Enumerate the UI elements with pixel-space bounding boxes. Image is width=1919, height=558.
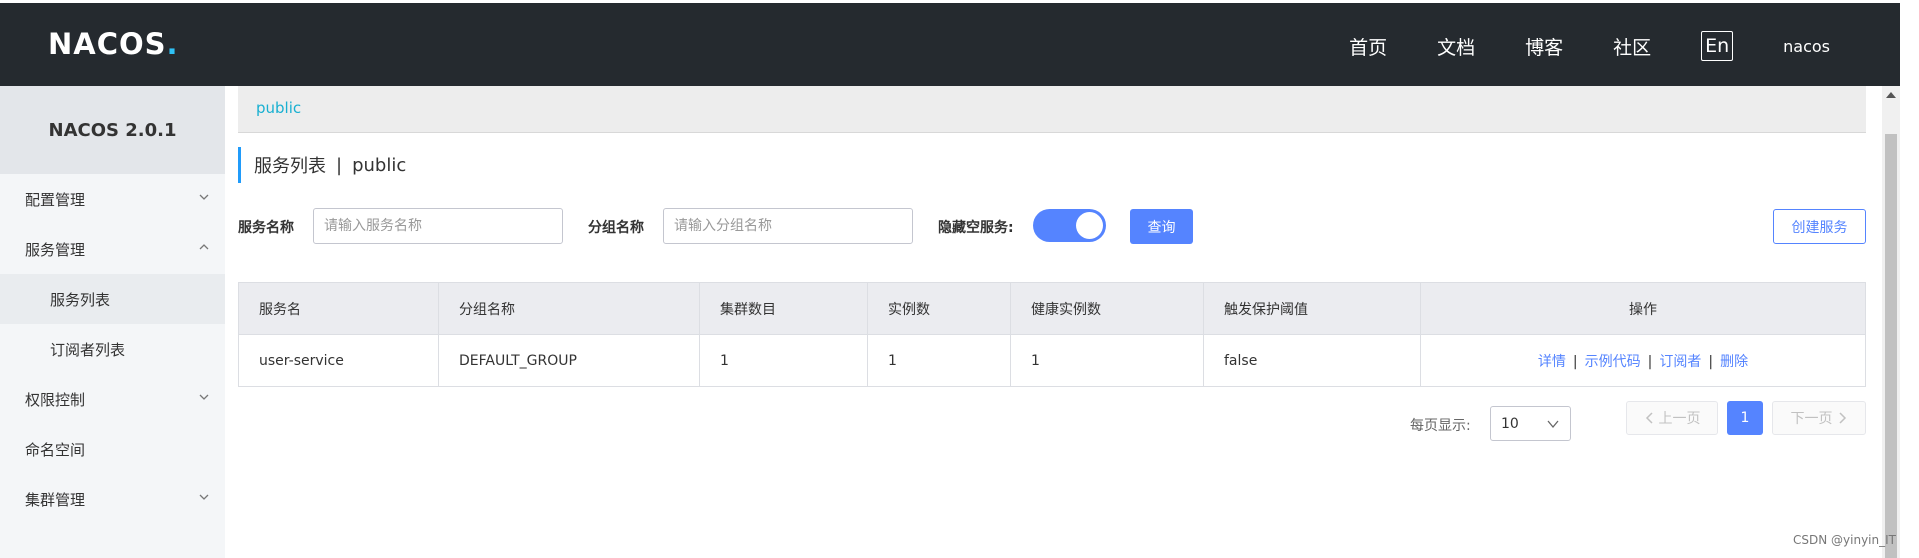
sidebar-item-access-control[interactable]: 权限控制 xyxy=(0,374,225,424)
sidebar-item-service-management[interactable]: 服务管理 xyxy=(0,224,225,274)
action-separator: | xyxy=(1572,353,1578,370)
sidebar-item-label: 配置管理 xyxy=(25,190,86,209)
col-cluster-count: 集群数目 xyxy=(699,282,868,335)
title-separator: | xyxy=(336,154,343,176)
scroll-up-arrow-icon[interactable] xyxy=(1886,92,1896,98)
page-title-text: 服务列表 xyxy=(254,156,326,177)
logo-text: NACOS xyxy=(48,27,167,61)
col-instance-count: 实例数 xyxy=(867,282,1011,335)
sidebar-item-label: 权限控制 xyxy=(25,390,86,409)
page-1-button[interactable]: 1 xyxy=(1727,401,1763,435)
sidebar-item-label: 服务列表 xyxy=(50,290,111,309)
group-name-input[interactable] xyxy=(663,208,913,244)
chevron-up-icon xyxy=(199,244,209,250)
page-scrollbar[interactable] xyxy=(1882,86,1900,558)
language-toggle-button[interactable]: En xyxy=(1701,31,1734,61)
cell-service-name: user-service xyxy=(238,334,439,387)
table-row: user-service DEFAULT_GROUP 1 1 1 false 详… xyxy=(238,334,1866,387)
next-page-label: 下一页 xyxy=(1790,411,1833,427)
col-service-name: 服务名 xyxy=(238,282,439,335)
top-nav: 首页 文档 博客 社区 En nacos xyxy=(1349,3,1900,89)
sidebar-item-namespace[interactable]: 命名空间 xyxy=(0,424,225,474)
toggle-knob xyxy=(1076,212,1103,239)
col-group-name: 分组名称 xyxy=(438,282,700,335)
sample-code-link[interactable]: 示例代码 xyxy=(1585,354,1641,370)
namespace-public-link[interactable]: public xyxy=(256,99,301,117)
table-header-row: 服务名 分组名称 集群数目 实例数 健康实例数 触发保护阈值 操作 xyxy=(238,282,1866,335)
cell-operations: 详情 | 示例代码 | 订阅者 | 删除 xyxy=(1420,334,1866,387)
create-service-button[interactable]: 创建服务 xyxy=(1773,209,1866,244)
chevron-down-icon xyxy=(1547,420,1559,429)
prev-page-button[interactable]: 上一页 xyxy=(1626,401,1718,435)
chevron-down-icon xyxy=(199,194,209,200)
cell-instance-count: 1 xyxy=(867,334,1011,387)
chevron-down-icon xyxy=(199,494,209,500)
chevron-down-icon xyxy=(199,394,209,400)
cell-group-name: DEFAULT_GROUP xyxy=(438,334,700,387)
chevron-left-icon xyxy=(1645,412,1653,424)
nacos-logo[interactable]: NACOS. xyxy=(48,27,178,61)
action-separator: | xyxy=(1708,353,1714,370)
nav-docs-link[interactable]: 文档 xyxy=(1437,33,1475,60)
nav-home-link[interactable]: 首页 xyxy=(1349,33,1387,60)
group-name-label: 分组名称 xyxy=(588,220,644,236)
action-separator: | xyxy=(1647,353,1653,370)
next-page-button[interactable]: 下一页 xyxy=(1772,401,1866,435)
service-table: 服务名 分组名称 集群数目 实例数 健康实例数 触发保护阈值 操作 user-s… xyxy=(238,282,1866,387)
sidebar-item-cluster-management[interactable]: 集群管理 xyxy=(0,474,225,524)
sidebar-item-service-list[interactable]: 服务列表 xyxy=(0,274,225,324)
top-header: NACOS. 首页 文档 博客 社区 En nacos xyxy=(0,0,1900,86)
namespace-bar: public xyxy=(238,86,1866,133)
query-button[interactable]: 查询 xyxy=(1130,209,1193,244)
per-page-label: 每页显示: xyxy=(1410,418,1471,434)
logo-dot: . xyxy=(166,27,178,61)
hide-empty-service-toggle[interactable] xyxy=(1033,209,1106,242)
per-page-select[interactable]: 10 xyxy=(1490,406,1571,441)
col-protect-threshold: 触发保护阈值 xyxy=(1203,282,1421,335)
sidebar: NACOS 2.0.1 配置管理 服务管理 服务列表 订阅者列表 权限控制 命名… xyxy=(0,86,225,558)
subscribers-link[interactable]: 订阅者 xyxy=(1659,354,1701,370)
sidebar-item-label: 订阅者列表 xyxy=(50,340,126,359)
sidebar-item-subscriber-list[interactable]: 订阅者列表 xyxy=(0,324,225,374)
detail-link[interactable]: 详情 xyxy=(1538,354,1566,370)
prev-page-label: 上一页 xyxy=(1658,411,1701,427)
delete-link[interactable]: 删除 xyxy=(1720,354,1748,370)
hide-empty-service-label: 隐藏空服务: xyxy=(938,220,1014,236)
page-title: 服务列表 | public xyxy=(238,147,406,183)
cell-healthy-instance-count: 1 xyxy=(1010,334,1204,387)
sidebar-item-label: 集群管理 xyxy=(25,490,86,509)
nav-community-link[interactable]: 社区 xyxy=(1613,33,1651,60)
cell-cluster-count: 1 xyxy=(699,334,868,387)
per-page-value: 10 xyxy=(1501,415,1519,432)
watermark: CSDN @yinyin_IT xyxy=(1793,533,1896,547)
page-title-namespace: public xyxy=(352,154,407,176)
col-operations: 操作 xyxy=(1420,282,1866,335)
service-name-label: 服务名称 xyxy=(238,220,294,236)
scrollbar-thumb[interactable] xyxy=(1885,134,1897,558)
chevron-right-icon xyxy=(1838,412,1846,424)
col-healthy-instance-count: 健康实例数 xyxy=(1010,282,1204,335)
cell-protect-threshold: false xyxy=(1203,334,1421,387)
sidebar-title: NACOS 2.0.1 xyxy=(0,86,225,174)
service-name-input[interactable] xyxy=(313,208,563,244)
sidebar-item-label: 服务管理 xyxy=(25,240,86,259)
sidebar-item-config-management[interactable]: 配置管理 xyxy=(0,174,225,224)
sidebar-item-label: 命名空间 xyxy=(25,440,86,459)
user-name[interactable]: nacos xyxy=(1783,37,1830,56)
nav-blog-link[interactable]: 博客 xyxy=(1525,33,1563,60)
